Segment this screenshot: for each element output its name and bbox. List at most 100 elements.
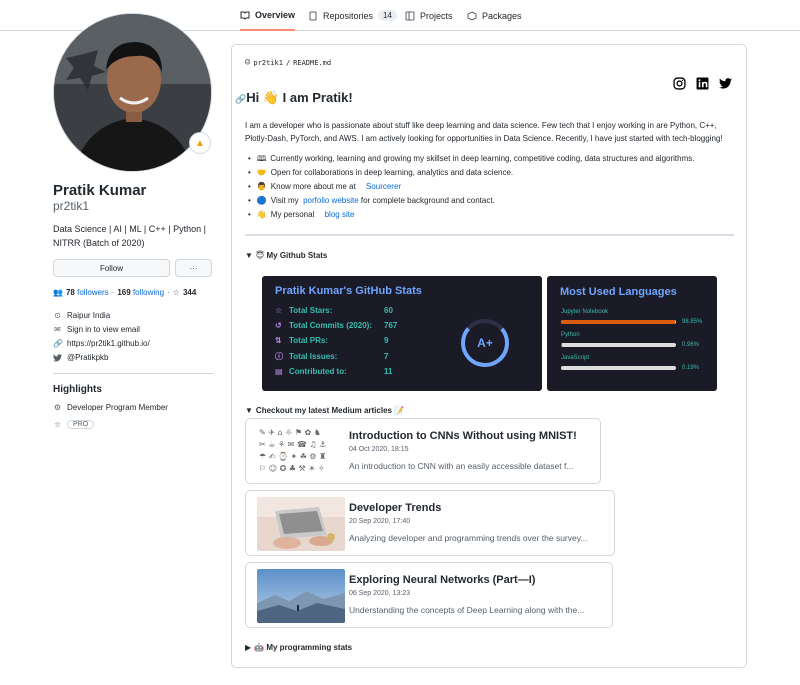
lang-bar bbox=[561, 366, 676, 370]
profile-bio: Data Science | AI | ML | C++ | Python | … bbox=[53, 224, 206, 248]
list-item: 👨Know more about me at Sourcerer bbox=[248, 180, 694, 194]
status-emoji-icon[interactable]: ▲ bbox=[189, 132, 211, 154]
twitter-icon bbox=[53, 353, 62, 362]
profile-name: Pratik Kumar bbox=[53, 182, 147, 199]
avatar[interactable] bbox=[53, 13, 212, 172]
pro-badge: PRO bbox=[67, 420, 95, 429]
article-date: 06 Sep 2020, 13:23 bbox=[349, 590, 411, 597]
location-icon: ⊙ bbox=[54, 311, 61, 320]
repo-icon bbox=[309, 11, 317, 20]
bullet-emoji: 🕮 bbox=[256, 154, 267, 163]
lang-bar bbox=[561, 343, 676, 347]
tab-label: Packages bbox=[482, 10, 522, 21]
website-link[interactable]: https://pr2tik1.github.io/ bbox=[67, 339, 150, 348]
languages-title: Most Used Languages bbox=[560, 286, 677, 298]
star-icon: ☆ bbox=[172, 288, 180, 297]
stars-link[interactable]: 344 bbox=[183, 288, 196, 297]
blog-link[interactable]: blog site bbox=[325, 208, 355, 222]
lang-bar bbox=[561, 320, 676, 324]
stat-row: ⇅ Total PRs: 9 bbox=[275, 336, 389, 345]
tab-label: Repositories bbox=[323, 10, 374, 21]
repo-icon: ▤ bbox=[275, 367, 283, 376]
smiley-icon: ☺ bbox=[245, 58, 251, 68]
tab-projects[interactable]: Projects bbox=[405, 0, 453, 31]
list-item: 🔵Visit my porfolio website for complete … bbox=[248, 194, 694, 208]
linkedin-icon[interactable] bbox=[696, 77, 709, 90]
article-description: Analyzing developer and programming tren… bbox=[349, 533, 588, 543]
languages-card[interactable]: Most Used Languages Jupyter Notebook 98.… bbox=[547, 276, 717, 391]
lang-bar-fill bbox=[561, 366, 562, 370]
followers-link[interactable]: 78 followers bbox=[66, 288, 109, 297]
list-item: 👋My personal blog site bbox=[248, 208, 694, 222]
lang-percent: 0.19% bbox=[682, 365, 700, 371]
stat-value: 7 bbox=[384, 352, 389, 361]
email-item[interactable]: ✉ Sign in to view email bbox=[53, 325, 140, 334]
pr-icon: ⇅ bbox=[275, 336, 282, 345]
bullet-emoji: 👨 bbox=[256, 182, 267, 191]
sourcerer-link[interactable]: Sourcerer bbox=[366, 180, 401, 194]
bullet-emoji: 🤝 bbox=[256, 168, 267, 177]
github-stats-toggle[interactable]: ▼ 😇 My Github Stats bbox=[245, 251, 327, 260]
lang-name: Python bbox=[561, 332, 580, 338]
stat-row: ⓘ Total Issues: 7 bbox=[275, 352, 389, 361]
svg-text:⚐ ☺ ✪ ♣ ⚒ ☀ ✧: ⚐ ☺ ✪ ♣ ⚒ ☀ ✧ bbox=[259, 464, 325, 473]
anchor-link-icon[interactable]: 🔗 bbox=[235, 94, 246, 104]
article-title: Exploring Neural Networks (Part—I) bbox=[349, 574, 536, 586]
profile-login: pr2tik1 bbox=[53, 199, 90, 213]
link-icon: 🔗 bbox=[53, 339, 63, 348]
following-link[interactable]: 169 following bbox=[117, 288, 164, 297]
history-icon: ↺ bbox=[275, 321, 282, 330]
stats-title: Pratik Kumar's GitHub Stats bbox=[275, 285, 422, 297]
stat-value: 9 bbox=[384, 336, 389, 345]
programming-stats-toggle[interactable]: ▶ 🤖 My programming stats bbox=[245, 643, 352, 652]
portfolio-link[interactable]: porfolio website bbox=[303, 196, 359, 205]
svg-text:☂ ✍ ⌚ ✦ ☘ ⚙ ♜: ☂ ✍ ⌚ ✦ ☘ ⚙ ♜ bbox=[259, 451, 326, 461]
article-card[interactable]: ✎ ✈ ⌂ ☼ ⚑ ✿ ♞ ✂ ☕ ⚘ ✉ ☎ ♫ ⚓ ☂ ✍ ⌚ ✦ ☘ ⚙ … bbox=[245, 418, 601, 484]
twitter-icon[interactable] bbox=[719, 77, 732, 90]
lang-bar-fill bbox=[561, 320, 675, 324]
more-options-button[interactable]: ··· bbox=[175, 259, 212, 277]
lang-name: JavaScript bbox=[561, 355, 590, 361]
stat-row: ↺ Total Commits (2020): 767 bbox=[275, 321, 398, 330]
instagram-icon[interactable] bbox=[673, 77, 686, 90]
caret-down-icon: ▼ bbox=[245, 251, 253, 260]
lang-percent: 98.85% bbox=[682, 319, 703, 325]
lang-name: Jupyter Notebook bbox=[561, 309, 609, 315]
article-title: Developer Trends bbox=[349, 502, 442, 514]
tab-overview[interactable]: Overview bbox=[240, 0, 296, 31]
highlights-heading: Highlights bbox=[53, 384, 102, 395]
stat-row: ▤ Contributed to: 11 bbox=[275, 367, 393, 376]
article-card[interactable]: Developer Trends 20 Sep 2020, 17:40 Anal… bbox=[245, 490, 615, 556]
readme-user-link[interactable]: pr2tik1 bbox=[253, 59, 283, 67]
twitter-link[interactable]: @Pratikpkb bbox=[67, 353, 108, 362]
stat-value: 60 bbox=[384, 306, 393, 315]
medium-articles-toggle[interactable]: ▼ Checkout my latest Medium articles 📝 bbox=[245, 406, 404, 415]
article-title: Introduction to CNNs Without using MNIST… bbox=[349, 430, 577, 442]
grade-ring: A+ bbox=[461, 319, 509, 367]
bullet-emoji: 👋 bbox=[256, 210, 267, 219]
bullet-emoji: 🔵 bbox=[256, 196, 267, 205]
lang-percent: 0.96% bbox=[682, 342, 700, 348]
caret-right-icon: ▶ bbox=[245, 643, 252, 652]
profile-photo bbox=[54, 14, 211, 171]
follow-button[interactable]: Follow bbox=[53, 259, 170, 277]
article-thumbnail bbox=[257, 569, 345, 623]
tab-label: Overview bbox=[255, 9, 296, 20]
twitter-item[interactable]: @Pratikpkb bbox=[53, 353, 108, 362]
lang-bar-fill bbox=[561, 343, 563, 347]
website-item[interactable]: 🔗 https://pr2tik1.github.io/ bbox=[53, 339, 150, 348]
tab-repositories[interactable]: Repositories 14 bbox=[308, 0, 397, 31]
package-icon bbox=[467, 10, 477, 21]
sidebar-divider bbox=[53, 373, 213, 374]
cpu-icon: ⚙ bbox=[53, 403, 62, 412]
article-date: 20 Sep 2020, 17:40 bbox=[349, 518, 411, 525]
tab-packages[interactable]: Packages bbox=[467, 0, 522, 31]
mail-icon: ✉ bbox=[54, 325, 61, 334]
highlight-developer-program[interactable]: ⚙ Developer Program Member bbox=[53, 403, 168, 412]
project-icon bbox=[405, 11, 415, 20]
article-card[interactable]: Exploring Neural Networks (Part—I) 06 Se… bbox=[245, 562, 613, 628]
tab-label: Projects bbox=[420, 10, 453, 21]
follow-stats: 👥 78 followers · 169 following · ☆ 344 bbox=[53, 288, 197, 297]
readme-divider bbox=[245, 234, 734, 236]
highlight-pro: ☆ PRO bbox=[53, 420, 95, 429]
